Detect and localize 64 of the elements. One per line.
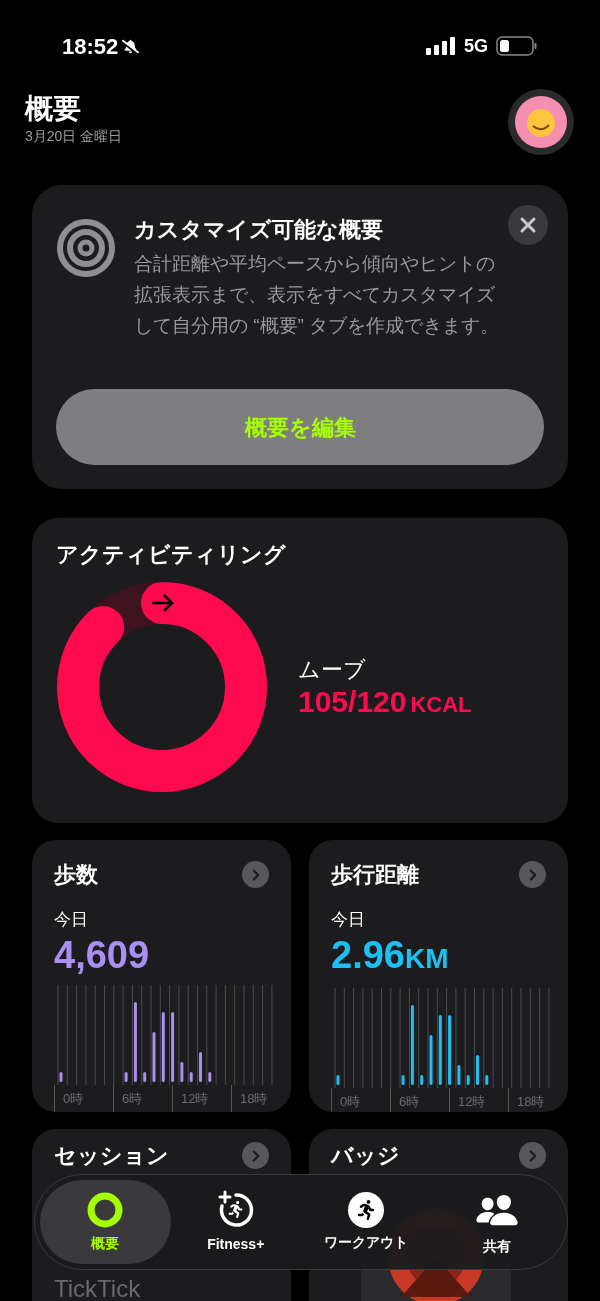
hour-label: 12時 [181, 1090, 209, 1108]
move-unit: KCAL [410, 691, 472, 719]
chart-bar [143, 1071, 147, 1082]
tab-item[interactable]: ワークアウト [301, 1180, 432, 1264]
runner-icon [348, 1191, 385, 1228]
chart-bar [438, 1014, 442, 1085]
hour-label: 12時 [458, 1093, 486, 1111]
chart-bar [448, 1014, 452, 1085]
tab-item[interactable]: Fitness+ [170, 1180, 301, 1264]
hour-label: 0時 [340, 1093, 361, 1111]
chart-bar [336, 1074, 340, 1085]
chart-bar [180, 1061, 184, 1082]
tip-title: カスタマイズ可能な概要 [134, 216, 384, 244]
tab-item[interactable]: 共有 [431, 1180, 562, 1264]
battery-icon [496, 36, 538, 56]
chart-bar [429, 1034, 433, 1085]
chevron-button[interactable] [519, 1142, 546, 1169]
metric-card[interactable]: 歩数 今日 4,609 0時 6時 12時 18時 [32, 840, 291, 1112]
chart-bar [401, 1074, 405, 1085]
chevron-button[interactable] [242, 861, 269, 888]
hour-label: 6時 [399, 1093, 420, 1111]
chart-bar [171, 1011, 175, 1082]
chart-bar [466, 1074, 470, 1085]
network-label: 5G [464, 34, 488, 58]
activity-title: アクティビティリング [56, 541, 287, 569]
move-value: 105/120 [298, 686, 407, 718]
signal-icon [426, 37, 456, 55]
date-label: 3月20日 金曜日 [25, 127, 123, 146]
card-title: セッション [54, 1142, 169, 1170]
period-label: 今日 [331, 909, 366, 931]
metric-value: 4,609 [54, 932, 150, 977]
chart-bar [152, 1031, 156, 1082]
app-name: TickTick [54, 1276, 142, 1301]
chart-bar [485, 1074, 489, 1085]
chart-bar [457, 1064, 461, 1085]
chart-bar [420, 1074, 424, 1085]
move-label: ムーブ [298, 656, 367, 684]
tab-item[interactable]: 概要 [40, 1180, 171, 1264]
chevron-button[interactable] [242, 1142, 269, 1169]
status-time: 18:52 [62, 32, 119, 61]
chart-bar [161, 1011, 165, 1082]
hour-label: 6時 [122, 1090, 143, 1108]
hour-label: 18時 [240, 1090, 268, 1108]
hour-label: 18時 [517, 1093, 545, 1111]
chart-bar [189, 1071, 193, 1082]
close-button[interactable] [508, 205, 548, 245]
metric-title: 歩行距離 [331, 861, 419, 889]
hour-label: 0時 [63, 1090, 84, 1108]
chart-bar [124, 1071, 128, 1082]
chart-bar [208, 1071, 212, 1082]
chart-bar [59, 1071, 63, 1082]
tip-description: 合計距離や平均ペースから傾向やヒントの拡張表示まで、表示をすべてカスタマイズして自分用の “概要” タブを作成できます。 [134, 252, 501, 338]
chart-bar [476, 1054, 479, 1085]
ring-icon [86, 1190, 125, 1229]
metric-title: 歩数 [54, 861, 98, 889]
metric-value: 2.96 [331, 932, 405, 977]
metric-card[interactable]: 歩行距離 今日 2.96KM 0時 6時 12時 18時 [309, 840, 568, 1112]
card-title: バッジ [331, 1142, 400, 1170]
page-title: 概要 [25, 92, 82, 126]
metric-unit: KM [404, 941, 449, 976]
chart-bar [199, 1051, 202, 1082]
rings-icon [56, 218, 116, 278]
chevron-button[interactable] [519, 861, 546, 888]
period-label: 今日 [54, 909, 89, 931]
